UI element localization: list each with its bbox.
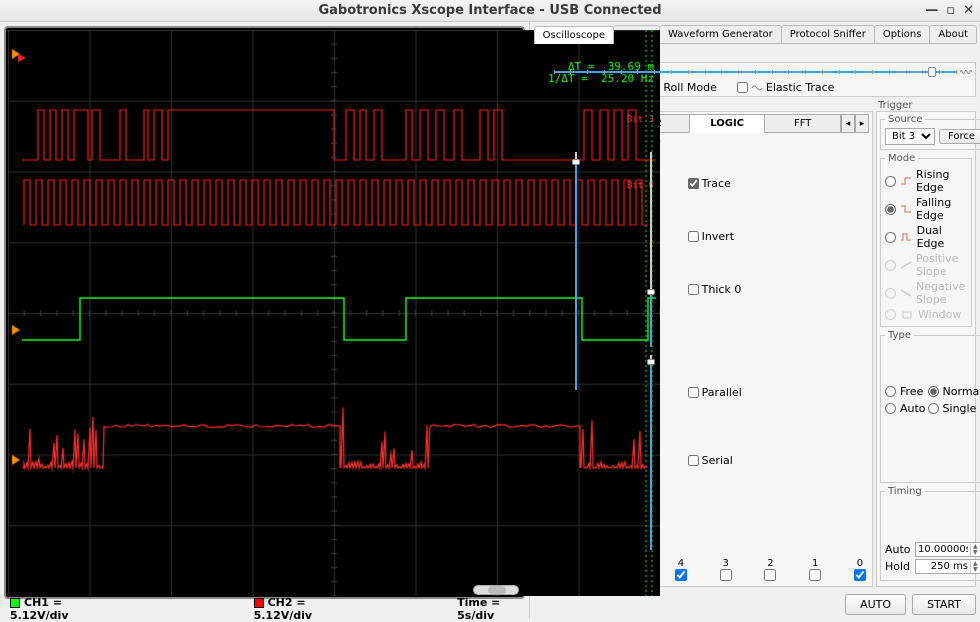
bit-label-4: 4 (674, 558, 688, 569)
bit-label-3: 3 (719, 558, 733, 569)
type-auto-radio[interactable]: Auto (885, 401, 926, 416)
position-slider[interactable] (538, 152, 614, 390)
channel-tab-logic[interactable]: LOGIC (689, 114, 766, 133)
window-radio: Window (885, 307, 967, 322)
elastic-trace-checkbox[interactable]: Elastic Trace (737, 81, 835, 94)
trigger-type-group: Type Free Normal Auto Single (880, 330, 980, 483)
close-icon[interactable]: ✕ (963, 3, 974, 18)
maximize-icon[interactable]: ▫ (946, 3, 955, 18)
trace-checkbox[interactable]: Trace (688, 177, 869, 190)
dual-edge-icon (900, 232, 913, 242)
type-normal-radio[interactable]: Normal (928, 384, 980, 399)
elastic-icon (751, 83, 763, 93)
sine-fast-icon (960, 67, 972, 77)
tab-about[interactable]: About (929, 25, 977, 43)
pull-slider[interactable] (616, 355, 686, 550)
tab-oscilloscope[interactable]: Oscilloscope (534, 26, 614, 44)
auto-timing-label: Auto (885, 543, 911, 556)
bit-label-2: 2 (763, 558, 777, 569)
invert-checkbox[interactable]: Invert (688, 230, 869, 243)
trigger-mode-group: Mode Rising Edge Falling Edge Dual Edge … (880, 153, 972, 327)
size-slider[interactable] (616, 152, 686, 347)
bit-checkbox-0[interactable] (854, 569, 866, 581)
hold-timing-label: Hold (885, 560, 911, 573)
status-bar: CH1 = 5.12V/div CH2 = 5.12V/div Time = 5… (4, 599, 525, 619)
channel-tab-fft[interactable]: FFT (764, 114, 841, 133)
trigger-timing-group: Timing Auto ▲▼ Hold ▲▼ (880, 486, 980, 581)
force-trigger-button[interactable]: Force (939, 129, 980, 144)
ch2-color-swatch (254, 598, 264, 608)
ch1-color-swatch (10, 598, 20, 608)
rising-edge-icon (900, 176, 912, 186)
auto-timing-spinner[interactable]: ▲▼ (915, 542, 980, 557)
timebase-slider[interactable] (554, 67, 956, 77)
pos-slope-radio: Positive Slope (885, 251, 967, 279)
bit-label-0: 0 (853, 558, 867, 569)
horizontal-scrollbar[interactable] (473, 585, 519, 595)
trigger-source-group: Source Bit 3 Force (880, 114, 980, 150)
bit-label-1: 1 (808, 558, 822, 569)
falling-edge-icon (900, 204, 912, 214)
trigger-panel: Source Bit 3 Force Mode Rising Edge Fall… (876, 111, 976, 587)
main-tabs: OscilloscopeMeterWaveform GeneratorProto… (534, 25, 976, 44)
titlebar: Gabotronics Xscope Interface - USB Conne… (0, 0, 980, 22)
status-time: Time = 5s/div (457, 596, 519, 622)
serial-checkbox[interactable]: Serial (688, 454, 869, 467)
thick0-checkbox[interactable]: Thick 0 (688, 283, 869, 296)
trigger-source-select[interactable]: Bit 3 (885, 128, 935, 145)
tab-protocol-sniffer[interactable]: Protocol Sniffer (781, 25, 875, 43)
type-free-radio[interactable]: Free (885, 384, 926, 399)
bit-checkbox-4[interactable] (675, 569, 687, 581)
window-icon (900, 310, 914, 320)
neg-slope-radio: Negative Slope (885, 279, 967, 307)
window-buttons: — ▫ ✕ (925, 3, 974, 18)
tab-waveform-generator[interactable]: Waveform Generator (659, 25, 782, 43)
hold-timing-spinner[interactable]: ▲▼ (915, 559, 980, 574)
window-title: Gabotronics Xscope Interface - USB Conne… (318, 3, 661, 18)
bit-checkbox-1[interactable] (809, 569, 821, 581)
tab-options[interactable]: Options (874, 25, 931, 43)
parallel-checkbox[interactable]: Parallel (688, 386, 869, 399)
dual-edge-radio[interactable]: Dual Edge (885, 223, 967, 251)
falling-edge-radio[interactable]: Falling Edge (885, 195, 967, 223)
neg-slope-icon (900, 288, 912, 298)
type-single-radio[interactable]: Single (928, 401, 980, 416)
trigger-label: Trigger (876, 100, 976, 111)
start-button[interactable]: START (912, 594, 976, 615)
rising-edge-radio[interactable]: Rising Edge (885, 167, 967, 195)
oscilloscope-display[interactable] (4, 26, 525, 599)
bit-checkbox-3[interactable] (720, 569, 732, 581)
channel-prev-button[interactable]: ◂ (841, 114, 855, 133)
pos-slope-icon (900, 260, 912, 270)
auto-button[interactable]: AUTO (845, 594, 906, 615)
channel-next-button[interactable]: ▸ (855, 114, 869, 133)
bit-checkbox-2[interactable] (764, 569, 776, 581)
minimize-icon[interactable]: — (925, 3, 938, 18)
